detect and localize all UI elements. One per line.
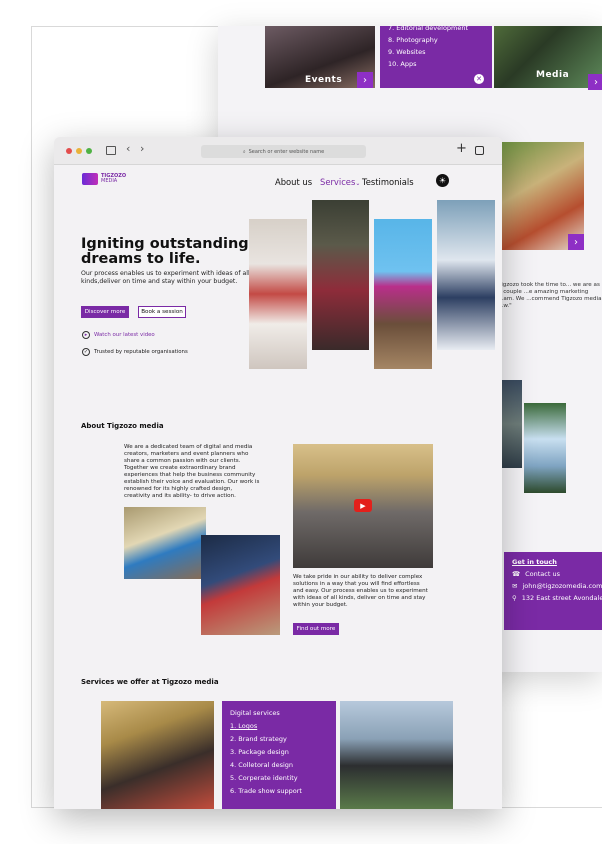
about-photo-team bbox=[201, 535, 280, 635]
brand-line-2: MEDIA bbox=[101, 178, 118, 184]
back-arrow-icon[interactable]: ‹ bbox=[126, 142, 130, 155]
digital-services-panel: Digital services 1. Logos 2. Brand strat… bbox=[222, 701, 336, 809]
watch-video-link[interactable]: ▸ Watch our latest video bbox=[82, 331, 155, 339]
nav-services[interactable]: Services⌄ bbox=[320, 177, 360, 187]
minimize-window-dot[interactable] bbox=[76, 148, 82, 154]
hero-photo-bride bbox=[249, 219, 307, 369]
close-window-dot[interactable] bbox=[66, 148, 72, 154]
tabs-overview-icon[interactable] bbox=[475, 146, 484, 155]
testimonial-text: Tigzozo took the time to... we are as a … bbox=[498, 282, 602, 309]
nav-services-label: Services bbox=[320, 177, 356, 187]
brand-name[interactable]: TIGZOZO MEDIA bbox=[101, 174, 126, 184]
hero-photo-graduate bbox=[437, 200, 495, 350]
media-arrow-button[interactable]: › bbox=[588, 74, 602, 90]
forward-arrow-icon[interactable]: › bbox=[140, 142, 144, 155]
testimonial-arrow-button[interactable]: › bbox=[568, 234, 584, 250]
arrow-right-icon: › bbox=[363, 74, 367, 86]
back-service-item: 7. Editorial development bbox=[388, 24, 469, 32]
services-photo-event bbox=[101, 701, 214, 809]
new-tab-icon[interactable]: + bbox=[456, 141, 467, 156]
address-placeholder: Search or enter website name bbox=[248, 148, 325, 155]
about-photo-donation bbox=[124, 507, 206, 579]
service-item[interactable]: 3. Package design bbox=[230, 748, 336, 756]
contact-text: Contact us bbox=[525, 570, 560, 578]
play-icon: ▸ bbox=[82, 331, 90, 339]
frame-line-left bbox=[31, 26, 32, 808]
check-circle-icon: ✓ bbox=[82, 348, 90, 356]
hero-subtitle: Our process enables us to experiment wit… bbox=[81, 270, 250, 285]
discover-more-button[interactable]: Discover more bbox=[81, 306, 129, 318]
service-item[interactable]: 4. Colletoral design bbox=[230, 761, 336, 769]
about-title: About Tigzozo media bbox=[81, 422, 164, 430]
address-bar[interactable]: ⌕ Search or enter website name bbox=[201, 145, 366, 158]
about-body: We take pride in our ability to deliver … bbox=[293, 574, 428, 608]
nav-testimonials[interactable]: Testimonials bbox=[362, 177, 414, 187]
mail-icon: ✉ bbox=[512, 582, 518, 590]
sidebar-toggle-icon[interactable] bbox=[106, 146, 116, 155]
book-session-button[interactable]: Book a session bbox=[138, 306, 186, 318]
service-item[interactable]: 5. Corperate identity bbox=[230, 774, 336, 782]
service-item[interactable]: 6. Trade show support bbox=[230, 787, 336, 795]
brand-logo-icon[interactable] bbox=[82, 173, 98, 185]
phone-icon: ☎ bbox=[512, 570, 521, 578]
nav-about-us[interactable]: About us bbox=[275, 177, 312, 187]
chevron-down-icon: ⌄ bbox=[355, 180, 361, 187]
hero-title: Igniting outstanding dreams to life. bbox=[81, 236, 249, 267]
mockup-stage: Events › Media › › 7. Editorial developm… bbox=[0, 0, 602, 844]
find-out-more-button[interactable]: Find out more bbox=[293, 623, 339, 635]
contact-row[interactable]: ⚲ 132 East street Avondale, bbox=[512, 594, 602, 602]
zoom-window-dot[interactable] bbox=[86, 148, 92, 154]
hero-photo-couple bbox=[312, 200, 369, 350]
contact-title[interactable]: Get in touch bbox=[512, 558, 602, 566]
search-icon: ⌕ bbox=[242, 148, 246, 155]
trusted-row: ✓ Trusted by reputable organisations bbox=[82, 348, 188, 356]
waterfall-photo bbox=[524, 403, 566, 493]
trusted-label: Trusted by reputable organisations bbox=[94, 349, 188, 355]
service-item[interactable]: 1. Logos bbox=[230, 722, 336, 730]
contact-text: 132 East street Avondale, bbox=[521, 594, 602, 602]
contact-text: john@tigzozomedia.com bbox=[522, 582, 602, 590]
arrow-right-icon: › bbox=[594, 76, 598, 88]
arrow-right-icon: › bbox=[574, 236, 578, 248]
events-arrow-button[interactable]: › bbox=[357, 72, 373, 88]
services-title: Services we offer at Tigzozo media bbox=[81, 678, 219, 686]
front-browser-window: ‹ › ⌕ Search or enter website name + TIG… bbox=[54, 137, 502, 809]
media-photo: Media bbox=[494, 26, 602, 88]
service-item[interactable]: 2. Brand strategy bbox=[230, 735, 336, 743]
contact-panel: Get in touch ☎ Contact us ✉ john@tigzozo… bbox=[504, 552, 602, 630]
hero-photo-girl bbox=[374, 219, 432, 369]
back-service-item: 10. Apps bbox=[388, 60, 417, 68]
frame-line-top bbox=[31, 26, 221, 27]
play-video-icon[interactable]: ▶ bbox=[354, 499, 372, 512]
about-intro: We are a dedicated team of digital and m… bbox=[124, 444, 260, 499]
back-service-item: 8. Photography bbox=[388, 36, 438, 44]
browser-toolbar: ‹ › ⌕ Search or enter website name + bbox=[54, 137, 502, 165]
media-label: Media bbox=[536, 70, 570, 80]
services-photo-camera bbox=[340, 701, 453, 809]
about-video-thumbnail[interactable]: ▶ bbox=[293, 444, 433, 568]
back-service-item: 9. Websites bbox=[388, 48, 426, 56]
watch-video-label: Watch our latest video bbox=[94, 332, 155, 338]
services-panel-title: Digital services bbox=[230, 709, 280, 717]
theme-toggle-icon[interactable]: ☀ bbox=[436, 174, 449, 187]
back-services-list: 7. Editorial development 8. Photography … bbox=[380, 24, 492, 88]
events-label: Events bbox=[305, 75, 343, 85]
close-icon[interactable]: ✕ bbox=[474, 74, 484, 84]
contact-row[interactable]: ☎ Contact us bbox=[512, 570, 602, 578]
contact-row[interactable]: ✉ john@tigzozomedia.com bbox=[512, 582, 602, 590]
pin-icon: ⚲ bbox=[512, 594, 517, 602]
